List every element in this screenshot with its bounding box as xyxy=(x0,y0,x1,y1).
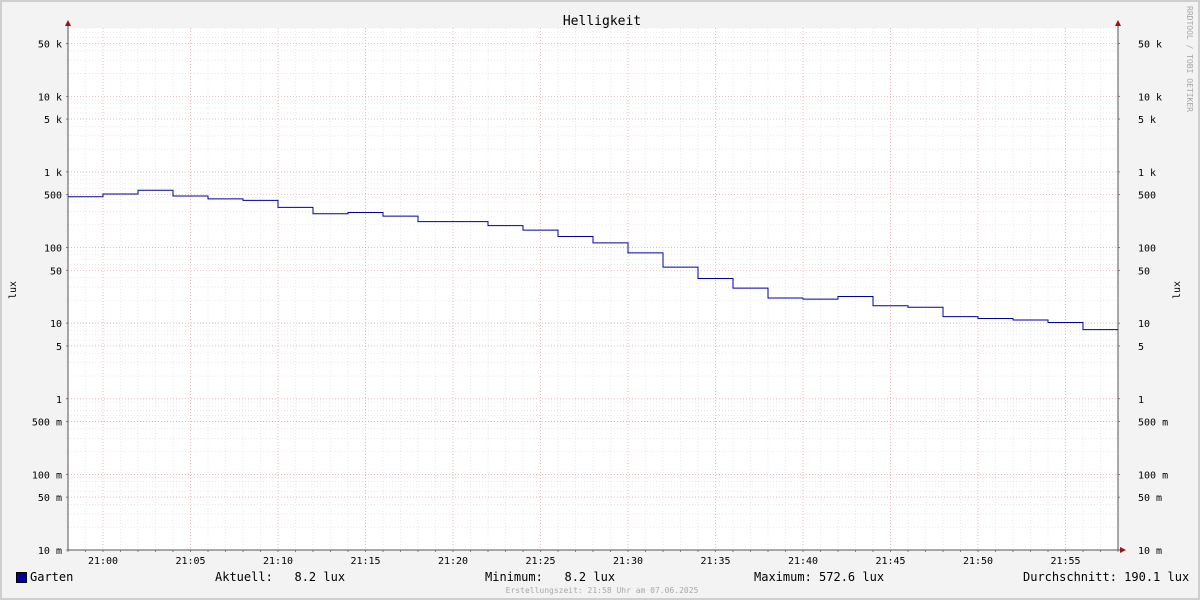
chart-frame: Helligkeit lux lux 10 m 10 m 50 m 50 m 100 m… xyxy=(0,0,1200,600)
y-tick-label-right: 50 k xyxy=(1138,39,1162,50)
x-tick-label: 21:40 xyxy=(788,556,818,567)
y-axis-arrow-left xyxy=(65,20,71,26)
legend-minimum: Minimum: 8.2 lux xyxy=(485,570,616,584)
y-tick-label-left: 50 xyxy=(50,266,62,277)
y-tick-label-left: 10 m xyxy=(38,546,62,557)
y-tick-label-left: 10 xyxy=(50,319,62,330)
x-tick-label: 21:55 xyxy=(1050,556,1080,567)
side-watermark: RRDTOOL / TOBI OETIKER xyxy=(1185,6,1194,112)
y-tick-label-right: 10 xyxy=(1138,319,1150,330)
x-tick-label: 21:25 xyxy=(525,556,555,567)
x-axis-arrow xyxy=(1120,547,1126,553)
x-tick-labels: 21:00 21:05 21:10 21:15 21:20 21:25 21:30 21:35… xyxy=(88,556,1081,567)
y-tick-label-left: 500 xyxy=(44,191,62,202)
y-tick-label-right: 100 xyxy=(1138,244,1156,255)
y-tick-label-right: 100 m xyxy=(1138,470,1168,481)
y-axis-label-right: lux xyxy=(1172,281,1183,299)
y-tick-label-right: 5 k xyxy=(1138,115,1156,126)
y-tick-label-left: 5 xyxy=(56,342,62,353)
x-tick-label: 21:50 xyxy=(963,556,993,567)
y-tick-label-right: 10 k xyxy=(1138,92,1162,103)
y-axis-arrow-right xyxy=(1115,20,1121,26)
creation-time-footer: Erstellungszeit: 21:58 Uhr am 07.06.2025 xyxy=(505,586,699,595)
y-tick-label-left: 50 k xyxy=(38,39,62,50)
y-tick-label-right: 500 m xyxy=(1138,418,1168,429)
y-tick-label-left: 10 k xyxy=(38,92,62,103)
y-tick-label-right: 500 xyxy=(1138,191,1156,202)
y-tick-label-left: 1 xyxy=(56,395,62,406)
x-tick-label: 21:10 xyxy=(263,556,293,567)
x-tick-label: 21:45 xyxy=(875,556,905,567)
y-axis-label-left: lux xyxy=(8,281,19,299)
y-tick-label-left: 5 k xyxy=(44,115,62,126)
x-tick-label: 21:05 xyxy=(175,556,205,567)
brightness-chart: Helligkeit lux lux 10 m 10 m 50 m 50 m 100 m… xyxy=(8,14,1183,567)
legend-series-name: Garten xyxy=(30,570,74,584)
y-tick-label-left: 100 xyxy=(44,244,62,255)
chart-title: Helligkeit xyxy=(563,14,641,29)
y-tick-label-right: 10 m xyxy=(1138,546,1162,557)
y-tick-label-right: 50 m xyxy=(1138,493,1162,504)
x-tick-label: 21:15 xyxy=(350,556,380,567)
x-tick-label: 21:20 xyxy=(438,556,468,567)
x-tick-label: 21:35 xyxy=(700,556,730,567)
y-tick-label-right: 1 k xyxy=(1138,168,1156,179)
y-tick-label-right: 1 xyxy=(1138,395,1144,406)
legend-swatch-garten xyxy=(16,572,27,583)
y-tick-label-left: 50 m xyxy=(38,493,62,504)
legend-current: Aktuell: 8.2 lux xyxy=(215,570,346,584)
y-tick-label-left: 500 m xyxy=(32,418,62,429)
y-tick-label-right: 5 xyxy=(1138,342,1144,353)
y-tick-label-right: 50 xyxy=(1138,266,1150,277)
legend-maximum: Maximum: 572.6 lux xyxy=(754,570,885,584)
legend-average: Durchschnitt: 190.1 lux xyxy=(1023,570,1190,584)
y-tick-label-left: 100 m xyxy=(32,470,62,481)
grid xyxy=(67,27,1119,551)
x-tick-label: 21:30 xyxy=(613,556,643,567)
x-tick-label: 21:00 xyxy=(88,556,118,567)
y-tick-label-left: 1 k xyxy=(44,168,62,179)
